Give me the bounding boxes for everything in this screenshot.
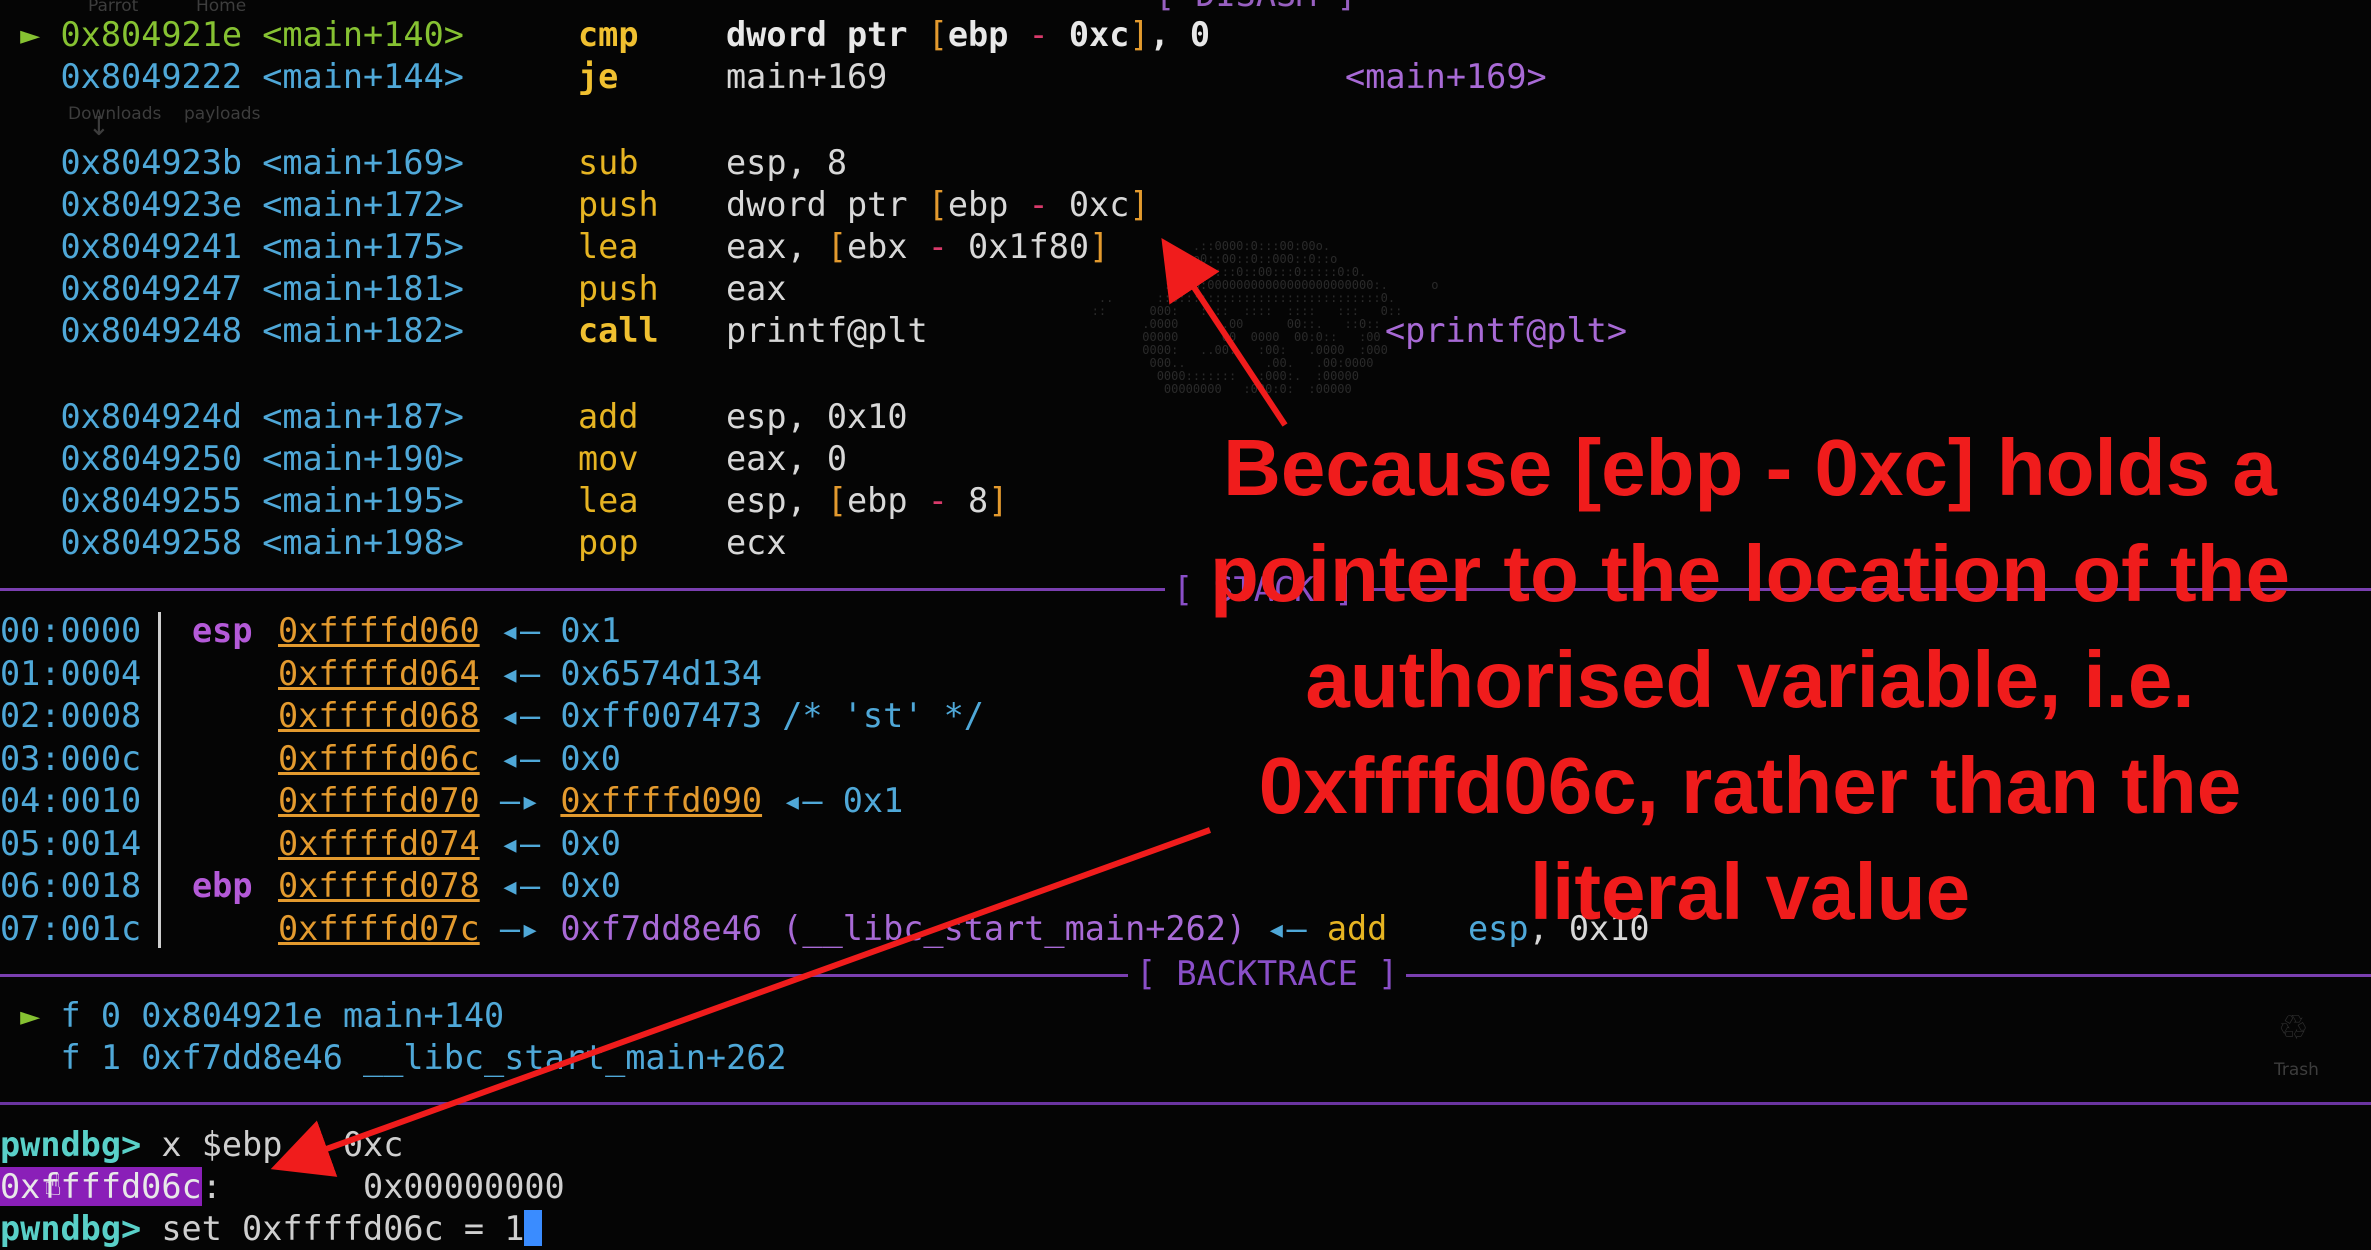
terminal-window[interactable]: Parrot Home Downloads payloads ↓ Trash ♲…: [0, 0, 2371, 1248]
annotation-line: pointer to the location of the: [1210, 529, 2290, 618]
arrow-to-ebx-operand: [1161, 237, 1288, 427]
annotation-line: authorised variable, i.e.: [1305, 635, 2195, 724]
annotation-line: Because [ebp - 0xc] holds a: [1223, 423, 2277, 512]
annotation-line: literal value: [1529, 847, 1971, 936]
annotation-text: Because [ebp - 0xc] holds a pointer to t…: [1150, 415, 2350, 945]
annotation-line: 0xffffd06c, rather than the: [1258, 741, 2242, 830]
arrow-to-address-output: [270, 827, 1212, 1177]
